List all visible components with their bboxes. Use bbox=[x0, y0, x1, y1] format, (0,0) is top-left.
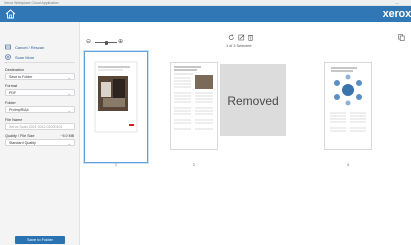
xerox-logo: xerox bbox=[382, 7, 411, 20]
quality-select[interactable]: Standard Quality ⌄ bbox=[5, 139, 75, 146]
page-number-2: 2 bbox=[193, 163, 195, 167]
chevron-down-icon: ⌄ bbox=[67, 90, 71, 96]
preview-area: ⊖ ⊕ 1 of 3 Selected 1 2 Removed 4 bbox=[80, 22, 411, 245]
save-to-folder-button[interactable]: Save to Folder bbox=[15, 236, 65, 244]
scanner-icon bbox=[5, 44, 11, 50]
cancel-rescan-label: Cancel / Rescan bbox=[15, 44, 45, 50]
page-number-1: 1 bbox=[115, 163, 117, 167]
window-title: Xerox Workplace Cloud Application bbox=[4, 0, 59, 5]
format-value: PDF bbox=[9, 91, 17, 96]
format-label: Format bbox=[5, 84, 18, 88]
destination-select[interactable]: Save to Folder ⌄ bbox=[5, 73, 75, 80]
scan-more-label: Scan More bbox=[15, 54, 35, 60]
page-thumbnail-4[interactable] bbox=[324, 62, 372, 150]
divider bbox=[5, 62, 75, 63]
app-header: xerox bbox=[0, 6, 411, 22]
format-select[interactable]: PDF ⌄ bbox=[5, 89, 75, 96]
chevron-down-icon: ⌄ bbox=[67, 74, 71, 80]
destination-value: Save to Folder bbox=[9, 75, 33, 80]
chevron-down-icon: ⌄ bbox=[67, 107, 71, 113]
chevron-down-icon: ⌄ bbox=[67, 140, 71, 146]
folder-label: Folder bbox=[5, 101, 16, 105]
scan-more-button[interactable]: Scan More bbox=[5, 54, 34, 60]
rotate-icon[interactable] bbox=[228, 34, 235, 41]
add-circle-icon bbox=[5, 54, 11, 60]
zoom-slider-thumb[interactable] bbox=[105, 40, 108, 45]
file-name-placeholder: Xerox Scan 2021 0012 01000101 bbox=[9, 125, 63, 130]
removed-label: Removed bbox=[227, 94, 279, 108]
selection-count: 1 of 3 Selected bbox=[226, 44, 252, 48]
file-name-input[interactable]: Xerox Scan 2021 0012 01000101 bbox=[5, 123, 75, 130]
minimize-button[interactable]: — bbox=[395, 0, 399, 5]
quality-label: Quality / File Size bbox=[5, 134, 35, 138]
removed-page-placeholder[interactable]: Removed bbox=[220, 64, 286, 136]
file-size-value: ~5.0 MB bbox=[60, 134, 74, 138]
quality-value: Standard Quality bbox=[9, 141, 36, 146]
page-4-preview bbox=[330, 67, 366, 132]
home-icon[interactable] bbox=[5, 9, 16, 19]
folder-select[interactable]: ProImpR/Ab ⌄ bbox=[5, 106, 75, 113]
zoom-in-icon[interactable]: ⊕ bbox=[118, 38, 123, 45]
destination-label: Destination bbox=[5, 68, 24, 72]
page-thumbnail-2[interactable] bbox=[170, 62, 218, 150]
page-2-preview bbox=[174, 66, 213, 130]
file-name-label: File Name bbox=[5, 118, 23, 122]
folder-value: ProImpR/Ab bbox=[9, 108, 29, 113]
edit-icon[interactable] bbox=[238, 34, 245, 41]
delete-icon[interactable] bbox=[247, 34, 254, 41]
page-number-4: 4 bbox=[347, 163, 349, 167]
zoom-out-icon[interactable]: ⊖ bbox=[86, 38, 91, 45]
page-thumbnail-1[interactable] bbox=[84, 51, 148, 163]
cancel-rescan-button[interactable]: Cancel / Rescan bbox=[5, 44, 44, 50]
sidebar: Cancel / Rescan Scan More Destination Sa… bbox=[0, 22, 80, 245]
copy-icon[interactable] bbox=[398, 34, 405, 41]
page-1-preview bbox=[94, 61, 138, 133]
